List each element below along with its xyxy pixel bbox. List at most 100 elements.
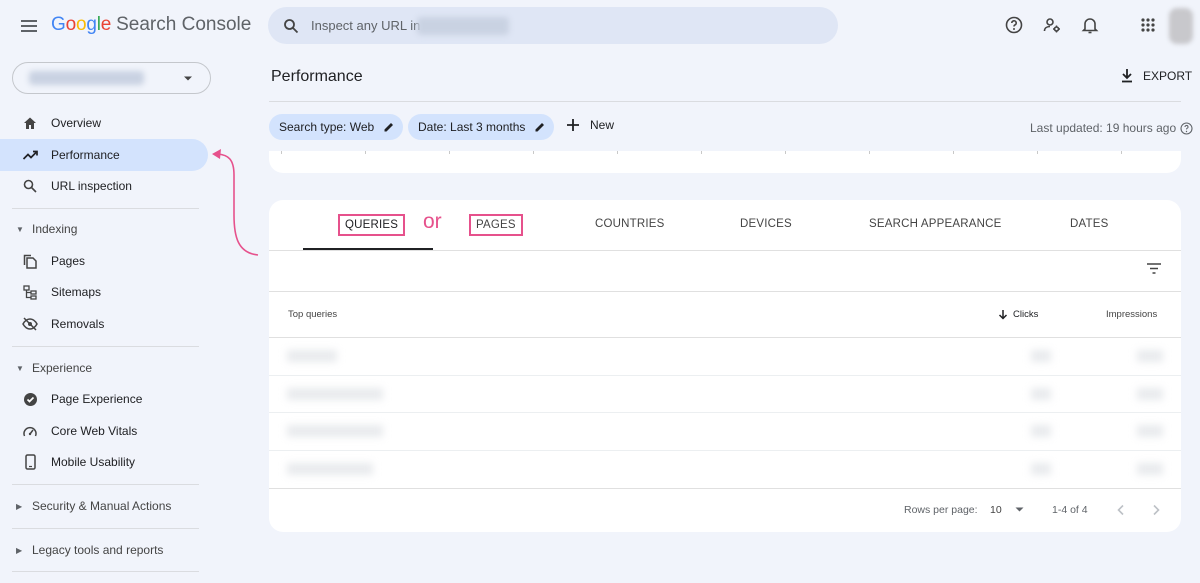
- tab-dates[interactable]: DATES: [1070, 218, 1109, 230]
- rows-per-page-value: 10: [990, 504, 1002, 516]
- search-console-logo[interactable]: Google Search Console: [51, 14, 251, 36]
- visibility-off-icon: [22, 317, 38, 331]
- avatar[interactable]: [1169, 8, 1193, 44]
- redacted-query: [287, 350, 337, 362]
- home-icon: [24, 117, 36, 129]
- trending-up-icon: [22, 150, 38, 160]
- redacted-impressions: [1137, 350, 1163, 362]
- redacted-query: [287, 425, 383, 437]
- column-label: Clicks: [1013, 309, 1039, 320]
- google-apps-button[interactable]: [1138, 15, 1158, 35]
- tab-search-appearance[interactable]: SEARCH APPEARANCE: [869, 218, 1002, 230]
- url-inspection-search[interactable]: [268, 7, 838, 44]
- main-menu-button[interactable]: [18, 16, 40, 36]
- column-header-top-queries[interactable]: Top queries: [288, 309, 337, 320]
- help-icon: [1005, 16, 1023, 34]
- menu-icon: [21, 20, 37, 32]
- chevron-down-icon: [184, 76, 192, 81]
- divider: [12, 484, 199, 485]
- filter-icon: [1147, 263, 1161, 274]
- help-icon[interactable]: [1180, 121, 1193, 135]
- search-icon: [284, 18, 299, 33]
- product-name: Search Console: [116, 14, 252, 35]
- chevron-right-icon: [1153, 504, 1160, 516]
- page-experience-icon: [23, 392, 37, 406]
- previous-page-button[interactable]: [1116, 504, 1126, 516]
- next-page-button[interactable]: [1151, 504, 1161, 516]
- bell-icon: [1081, 18, 1099, 34]
- column-header-clicks[interactable]: Clicks: [998, 309, 1038, 320]
- tab-label: QUERIES: [338, 214, 406, 236]
- new-filter-button[interactable]: New: [566, 118, 614, 132]
- section-indexing[interactable]: ▼ Indexing: [0, 219, 77, 239]
- date-filter-chip[interactable]: Date: Last 3 months: [408, 114, 555, 140]
- redacted-query: [287, 388, 383, 400]
- sidebar-item-removals[interactable]: Removals: [0, 308, 208, 340]
- table-row[interactable]: [269, 413, 1181, 450]
- redacted-impressions: [1137, 388, 1163, 400]
- caret-right-icon: ▶: [16, 545, 23, 555]
- search-icon: [23, 179, 37, 193]
- sidebar-item-label: Mobile Usability: [51, 455, 136, 469]
- table-row[interactable]: [269, 376, 1181, 413]
- tab-queries[interactable]: QUERIES: [338, 214, 406, 236]
- rows-per-page-label: Rows per page:: [904, 504, 978, 516]
- divider: [269, 291, 1181, 292]
- export-button[interactable]: EXPORT: [1120, 68, 1192, 83]
- sidebar-item-label: Sitemaps: [51, 285, 102, 299]
- last-updated-text: Last updated: 19 hours ago: [1030, 121, 1177, 135]
- plus-icon: [567, 119, 579, 131]
- last-updated: Last updated: 19 hours ago: [1030, 121, 1193, 135]
- tab-label: PAGES: [469, 214, 523, 236]
- divider: [12, 571, 199, 572]
- pages-icon: [23, 254, 37, 269]
- tab-countries[interactable]: COUNTRIES: [595, 218, 665, 230]
- redacted-impressions: [1137, 425, 1163, 437]
- search-input[interactable]: [311, 18, 421, 33]
- tab-pages[interactable]: PAGES: [469, 214, 523, 236]
- redacted-clicks: [1031, 388, 1051, 400]
- sidebar-item-label: Performance: [51, 148, 120, 162]
- apps-grid-icon: [1141, 18, 1155, 32]
- tab-devices[interactable]: DEVICES: [740, 218, 792, 230]
- table-row[interactable]: [269, 338, 1181, 375]
- sidebar-item-url-inspection[interactable]: URL inspection: [0, 170, 208, 202]
- section-title: Indexing: [32, 222, 78, 236]
- search-type-filter-chip[interactable]: Search type: Web: [269, 114, 404, 140]
- notifications-button[interactable]: [1080, 15, 1100, 35]
- speedometer-icon: [23, 426, 37, 437]
- sidebar-item-label: URL inspection: [51, 179, 132, 193]
- sidebar-item-page-experience[interactable]: Page Experience: [0, 383, 208, 415]
- sidebar-item-core-web-vitals[interactable]: Core Web Vitals: [0, 415, 208, 447]
- property-selector[interactable]: [12, 62, 211, 94]
- settings-accounts-button[interactable]: [1042, 15, 1062, 35]
- sitemap-icon: [23, 284, 37, 300]
- download-icon: [1122, 69, 1132, 83]
- sidebar-item-mobile-usability[interactable]: Mobile Usability: [0, 446, 208, 478]
- table-row[interactable]: [269, 451, 1181, 488]
- sidebar-item-pages[interactable]: Pages: [0, 245, 208, 277]
- page-title: Performance: [271, 68, 363, 85]
- sidebar-item-sitemaps[interactable]: Sitemaps: [0, 276, 208, 308]
- section-title: Security & Manual Actions: [32, 499, 172, 513]
- section-legacy-tools[interactable]: ▶ Legacy tools and reports: [0, 540, 163, 560]
- sidebar-item-overview[interactable]: Overview: [0, 107, 208, 139]
- divider: [12, 208, 199, 209]
- section-security-manual-actions[interactable]: ▶ Security & Manual Actions: [0, 496, 171, 516]
- annotation-or: or: [423, 210, 442, 233]
- chip-label: Search type: Web: [279, 120, 375, 134]
- divider: [269, 488, 1181, 489]
- section-experience[interactable]: ▼ Experience: [0, 358, 92, 378]
- sidebar-item-performance[interactable]: Performance: [0, 139, 208, 171]
- column-header-impressions[interactable]: Impressions: [1106, 309, 1157, 320]
- help-button[interactable]: [1004, 15, 1024, 35]
- filter-button[interactable]: [1146, 262, 1162, 275]
- annotation-arrow: [212, 149, 259, 256]
- google-wordmark: Google: [51, 14, 112, 35]
- edit-icon: [535, 123, 545, 132]
- divider: [12, 528, 199, 529]
- rows-per-page-select[interactable]: 10: [990, 504, 1024, 516]
- chevron-left-icon: [1117, 504, 1124, 516]
- redacted-query: [287, 463, 373, 475]
- export-label: EXPORT: [1143, 68, 1193, 83]
